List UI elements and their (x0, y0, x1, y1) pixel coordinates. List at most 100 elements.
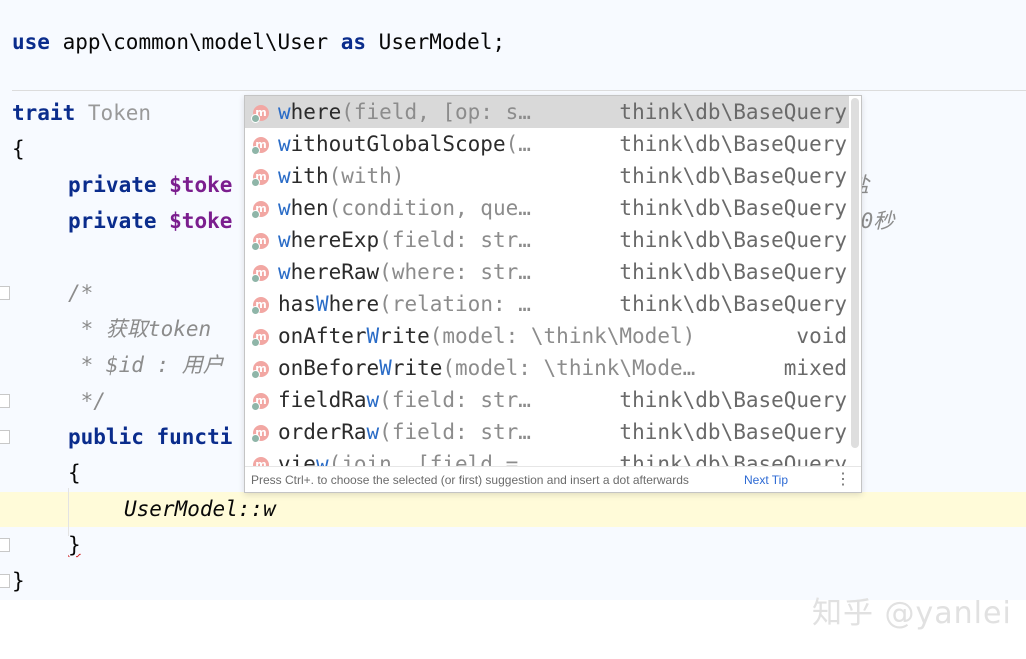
keyword-as: as (340, 30, 367, 54)
completion-item[interactable]: m when(condition, que… think\db\BaseQuery (245, 192, 849, 224)
separator-line (12, 90, 1026, 91)
name-match-highlight: w (278, 228, 291, 252)
private-property-line-1: private $toke (68, 167, 232, 203)
name-match-highlight: w (278, 196, 291, 220)
completion-item[interactable]: m with(with) think\db\BaseQuery (245, 160, 849, 192)
next-tip-link[interactable]: Next Tip (744, 467, 788, 492)
name-suffix: here (328, 292, 380, 316)
name-suffix: here (290, 100, 342, 124)
completion-item[interactable]: m where(field, [op: s… think\db\BaseQuery (245, 96, 849, 128)
method-icon: m (251, 201, 269, 219)
completion-item-name: withoutGlobalScope(… (278, 128, 531, 160)
completion-item[interactable]: m view(join, [field =… think\db\BaseQuery (245, 448, 849, 466)
completion-list[interactable]: m where(field, [op: s… think\db\BaseQuery m… (245, 96, 849, 466)
fold-marker[interactable] (0, 538, 10, 552)
completion-item-return-type: think\db\BaseQuery (619, 420, 847, 444)
completion-item[interactable]: m whereRaw(where: str… think\db\BaseQuery (245, 256, 849, 288)
keyword-public: public (68, 425, 144, 449)
name-suffix: hen (290, 196, 329, 220)
completion-item-params: (model: \think\Mode… (442, 356, 696, 380)
doc-comment-close: */ (68, 389, 106, 413)
method-icon: m (251, 169, 269, 187)
completion-popup[interactable]: m where(field, [op: s… think\db\BaseQuery m… (244, 95, 862, 493)
keyword-private: private (68, 209, 157, 233)
method-icon: m (251, 137, 269, 155)
completion-item-name: with(with) (278, 160, 404, 192)
name-match-highlight: W (315, 292, 329, 316)
function-brace-open: { (68, 461, 81, 485)
name-suffix: rite (379, 324, 430, 348)
completion-item-return-type: think\db\BaseQuery (619, 196, 847, 220)
method-icon: m (251, 105, 269, 123)
name-match-highlight: w (315, 452, 329, 466)
completion-item-name: when(condition, que… (278, 192, 531, 224)
completion-item-params: (with) (328, 164, 405, 188)
keyword-function: functi (143, 425, 233, 449)
name-prefix: onAfter (278, 324, 367, 348)
name-prefix: vie (278, 452, 316, 466)
completion-item-name: where(field, [op: s… (278, 96, 531, 128)
method-icon: m (251, 425, 269, 443)
completion-item[interactable]: m onAfterWrite(model: \think\Model) void (245, 320, 849, 352)
completion-item-name: fieldRaw(field: str… (278, 384, 531, 416)
current-code-line[interactable]: UserModel::w (124, 491, 276, 527)
name-match-highlight: W (366, 324, 380, 348)
alias-name: UserModel; (366, 30, 506, 54)
completion-item[interactable]: m onBeforeWrite(model: \think\Mode… mixed (245, 352, 849, 384)
completion-item-name: whereExp(field: str… (278, 224, 531, 256)
completion-item[interactable]: m hasWhere(relation: … think\db\BaseQuery (245, 288, 849, 320)
completion-item-params: (field: str… (379, 388, 531, 412)
name-match-highlight: w (278, 100, 291, 124)
trait-name: Token (75, 101, 152, 125)
function-brace-close: } (68, 527, 81, 563)
completion-item-return-type: void (796, 324, 847, 348)
completion-footer: Press Ctrl+. to choose the selected (or … (245, 466, 861, 492)
fold-marker[interactable] (0, 430, 10, 444)
property-var: $toke (156, 209, 233, 233)
completion-item-return-type: mixed (783, 356, 847, 380)
completion-item-params: (model: \think\Model) (429, 324, 696, 348)
doc-comment-line-2: * $id : 用户 (68, 353, 224, 377)
completion-item-return-type: think\db\BaseQuery (619, 260, 847, 284)
fold-marker[interactable] (0, 286, 10, 300)
name-prefix: orderRa (278, 420, 367, 444)
name-match-highlight: W (379, 356, 392, 380)
completion-item[interactable]: m fieldRaw(field: str… think\db\BaseQuery (245, 384, 849, 416)
completion-item[interactable]: m orderRaw(field: str… think\db\BaseQuery (245, 416, 849, 448)
completion-item-return-type: think\db\BaseQuery (619, 100, 847, 124)
trait-declaration-line: trait Token (12, 95, 151, 131)
completion-item-name: whereRaw(where: str… (278, 256, 531, 288)
completion-item-name: onBeforeWrite(model: \think\Mode… (278, 352, 695, 384)
name-suffix: hereExp (290, 228, 380, 252)
completion-item[interactable]: m withoutGlobalScope(… think\db\BaseQuery (245, 128, 849, 160)
completion-item-params: (where: str… (379, 260, 531, 284)
method-icon: m (251, 361, 269, 379)
method-icon: m (251, 329, 269, 347)
name-suffix: ith (290, 164, 329, 188)
fold-marker[interactable] (0, 394, 10, 408)
fold-marker[interactable] (0, 574, 10, 588)
completion-item-params: (… (505, 132, 531, 156)
name-suffix: hereRaw (290, 260, 380, 284)
completion-item-params: (join, [field =… (328, 452, 531, 466)
watermark: 知乎 @yanlei (812, 596, 1012, 631)
method-icon: m (251, 297, 269, 315)
more-options-icon[interactable]: ⋮ (835, 467, 851, 492)
completion-item[interactable]: m whereExp(field: str… think\db\BaseQuery (245, 224, 849, 256)
completion-item-return-type: think\db\BaseQuery (619, 388, 847, 412)
method-icon: m (251, 393, 269, 411)
trait-brace-open: { (12, 137, 25, 161)
completion-scrollbar[interactable] (851, 98, 859, 448)
method-icon: m (251, 233, 269, 251)
name-match-highlight: w (366, 388, 380, 412)
keyword-private: private (68, 173, 157, 197)
function-declaration-line: public functi (68, 419, 232, 455)
name-suffix: rite (391, 356, 443, 380)
brace-with-error: } (68, 533, 81, 557)
completion-item-name: onAfterWrite(model: \think\Model) (278, 320, 695, 352)
name-match-highlight: w (278, 132, 291, 156)
keyword-trait: trait (12, 101, 76, 125)
completion-item-params: (relation: … (379, 292, 531, 316)
completion-item-params: (field: str… (379, 228, 531, 252)
name-match-highlight: w (278, 260, 291, 284)
